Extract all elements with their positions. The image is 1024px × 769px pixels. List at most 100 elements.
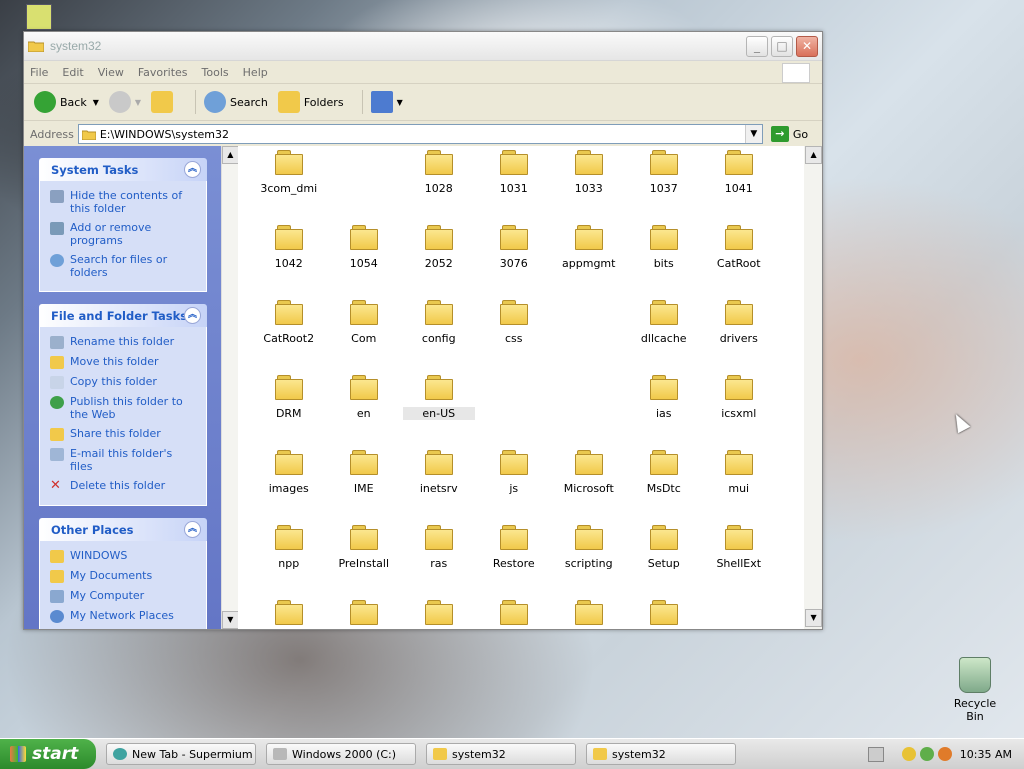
folder-item[interactable]: 3com_dmi	[253, 150, 325, 195]
folder-item[interactable]: IME	[328, 450, 400, 495]
folder-item[interactable]: icsxml	[703, 375, 775, 420]
network-tray-icon[interactable]	[919, 747, 934, 761]
place-windows[interactable]: WINDOWS	[50, 549, 198, 563]
minimize-button[interactable]: _	[746, 35, 768, 57]
folder-item[interactable]: appmgmt	[553, 225, 625, 270]
file-folder-tasks-header[interactable]: File and Folder Tasks ︽	[39, 304, 207, 327]
address-dropdown-icon[interactable]: ▼	[744, 125, 762, 143]
folder-item[interactable]: en-US	[402, 375, 475, 420]
menu-edit[interactable]: Edit	[62, 66, 83, 79]
collapse-icon[interactable]: ︽	[184, 521, 201, 538]
maximize-button[interactable]: □	[771, 35, 793, 57]
taskbar-button-drive-c[interactable]: Windows 2000 (C:)	[266, 743, 416, 765]
go-button[interactable]: → Go	[770, 126, 808, 142]
menu-file[interactable]: File	[30, 66, 48, 79]
folder-item[interactable]: CatRoot	[703, 225, 775, 270]
views-dropdown-icon[interactable]: ▼	[397, 98, 403, 107]
task-share-folder[interactable]: Share this folder	[50, 427, 198, 441]
folder-item[interactable]: PreInstall	[328, 525, 400, 570]
other-places-header[interactable]: Other Places ︽	[39, 518, 207, 541]
collapse-icon[interactable]: ︽	[184, 161, 201, 178]
clock[interactable]: 10:35 AM	[960, 748, 1012, 761]
folder-item[interactable]: 1028	[403, 150, 475, 195]
folder-item[interactable]	[628, 600, 700, 629]
scroll-down-arrow-icon[interactable]: ▼	[221, 611, 239, 629]
taskbar-button-system32-1[interactable]: system32	[426, 743, 576, 765]
up-folder-button[interactable]	[151, 91, 177, 113]
security-shield-icon[interactable]	[901, 747, 916, 761]
place-my-documents[interactable]: My Documents	[50, 569, 198, 583]
folder-item[interactable]: MsDtc	[628, 450, 700, 495]
task-rename-folder[interactable]: Rename this folder	[50, 335, 198, 349]
folder-item[interactable]: Microsoft	[553, 450, 625, 495]
folder-item[interactable]: bits	[628, 225, 700, 270]
taskbar-button-supermium[interactable]: New Tab - Supermium	[106, 743, 256, 765]
menu-view[interactable]: View	[98, 66, 124, 79]
taskbar-button-system32-2[interactable]: system32	[586, 743, 736, 765]
folder-item[interactable]: ras	[403, 525, 475, 570]
menu-favorites[interactable]: Favorites	[138, 66, 188, 79]
folder-item[interactable]	[253, 600, 325, 629]
place-my-network-places[interactable]: My Network Places	[50, 609, 198, 623]
task-email-files[interactable]: E-mail this folder's files	[50, 447, 198, 473]
close-button[interactable]: ✕	[796, 35, 818, 57]
task-add-remove-programs[interactable]: Add or remove programs	[50, 221, 198, 247]
folder-item[interactable]: ias	[628, 375, 700, 420]
folder-item[interactable]: dllcache	[628, 300, 700, 345]
task-pane-scrollbar[interactable]: ▲ ▼	[220, 146, 239, 629]
folder-item[interactable]: inetsrv	[403, 450, 475, 495]
keyboard-icon[interactable]	[868, 747, 884, 762]
task-publish-web[interactable]: Publish this folder to the Web	[50, 395, 198, 421]
file-list-scrollbar[interactable]: ▲ ▼	[804, 146, 823, 629]
folders-button[interactable]: Folders	[277, 91, 344, 113]
scroll-down-arrow-icon[interactable]: ▼	[805, 609, 823, 627]
place-my-computer[interactable]: My Computer	[50, 589, 198, 603]
folder-item[interactable]: drivers	[703, 300, 775, 345]
address-input[interactable]: E:\WINDOWS\system32 ▼	[77, 124, 763, 144]
folder-item[interactable]: CatRoot2	[253, 300, 325, 345]
folder-item[interactable]	[328, 600, 400, 629]
scroll-up-arrow-icon[interactable]: ▲	[805, 146, 823, 164]
task-delete-folder[interactable]: ✕ Delete this folder	[50, 479, 198, 493]
folder-item[interactable]: npp	[253, 525, 325, 570]
collapse-icon[interactable]: ︽	[184, 307, 201, 324]
folder-item[interactable]: DRM	[253, 375, 325, 420]
folder-item[interactable]	[553, 600, 625, 629]
forward-button[interactable]: ▼	[108, 91, 141, 113]
task-search-files[interactable]: Search for files or folders	[50, 253, 198, 279]
folder-item[interactable]: 1054	[328, 225, 400, 270]
views-button[interactable]: ▼	[370, 91, 403, 113]
folder-item[interactable]: Com	[328, 300, 400, 345]
folder-item[interactable]: 2052	[403, 225, 475, 270]
folder-item[interactable]: Restore	[478, 525, 550, 570]
folder-item[interactable]	[478, 600, 550, 629]
title-bar[interactable]: system32 _ □ ✕	[24, 32, 822, 61]
desktop-app-icon[interactable]	[26, 4, 52, 30]
search-tray-icon[interactable]	[937, 747, 952, 761]
task-copy-folder[interactable]: Copy this folder	[50, 375, 198, 389]
back-dropdown-icon[interactable]: ▼	[93, 98, 99, 107]
search-button[interactable]: Search	[204, 91, 268, 113]
folder-item[interactable]: 1037	[628, 150, 700, 195]
folder-item[interactable]: 1041	[703, 150, 775, 195]
folder-item[interactable]: 1042	[253, 225, 325, 270]
folder-item[interactable]: scripting	[553, 525, 625, 570]
back-button[interactable]: Back ▼	[34, 91, 99, 113]
folder-item[interactable]: mui	[703, 450, 775, 495]
folder-item[interactable]: 3076	[478, 225, 550, 270]
folder-item[interactable]	[403, 600, 475, 629]
folder-item[interactable]: 1031	[478, 150, 550, 195]
task-move-folder[interactable]: Move this folder	[50, 355, 198, 369]
menu-help[interactable]: Help	[243, 66, 268, 79]
folder-item[interactable]: en	[328, 375, 400, 420]
menu-tools[interactable]: Tools	[202, 66, 229, 79]
folder-item[interactable]: config	[403, 300, 475, 345]
system-tasks-header[interactable]: System Tasks ︽	[39, 158, 207, 181]
folder-item[interactable]: css	[478, 300, 550, 345]
forward-dropdown-icon[interactable]: ▼	[135, 98, 141, 107]
start-button[interactable]: start	[0, 739, 96, 769]
folder-item[interactable]: js	[478, 450, 550, 495]
task-hide-contents[interactable]: Hide the contents of this folder	[50, 189, 198, 215]
folder-item[interactable]: Setup	[628, 525, 700, 570]
folder-item[interactable]: images	[253, 450, 325, 495]
